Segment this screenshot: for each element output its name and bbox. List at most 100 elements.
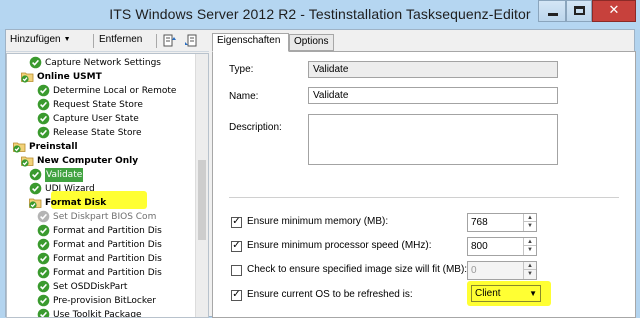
min-speed-spinner[interactable]: 800 ▲ ▼ [467,237,537,256]
minimize-button[interactable] [538,0,566,22]
section-divider [229,197,619,198]
move-up-icon[interactable] [163,34,177,48]
tree-item[interactable]: Format and Partition Dis [37,252,162,266]
scrollbar-thumb[interactable] [198,160,206,240]
current-os-checkbox[interactable]: ✓ [231,290,242,301]
description-label: Description: [229,122,282,133]
close-icon: ✕ [608,3,620,18]
editor-window: Hinzufügen ▼ Entfernen Capture Network Se… [5,29,636,318]
spinner-arrows[interactable]: ▲ ▼ [523,238,536,255]
tree-item[interactable]: Capture Network Settings [29,56,161,70]
tree-item-label: Determine Local or Remote [53,86,177,96]
check-icon [37,238,50,251]
min-speed-label: Ensure minimum processor speed (MHz): [247,240,432,251]
tree-item-label: Request State Store [53,100,143,110]
tab-properties[interactable]: Eigenschaften [212,33,289,52]
folder-check-icon [21,156,34,167]
current-os-label: Ensure current OS to be refreshed is: [247,289,413,300]
check-icon [29,56,42,69]
minimize-icon [548,13,558,16]
tree-group[interactable]: New Computer Only [21,154,138,168]
tree-item[interactable]: UDI Wizard [29,182,95,196]
tree-item-label: Validate [45,168,84,182]
tree-item[interactable]: Format and Partition Dis [37,266,162,280]
type-label: Type: [229,64,254,75]
check-icon [37,252,50,265]
min-speed-value: 800 [471,241,488,252]
spin-up-icon[interactable]: ▲ [524,238,536,246]
min-memory-checkbox[interactable]: ✓ [231,217,242,228]
spinner-arrows: ▲ ▼ [523,262,536,279]
tree-item-label: Format Disk [45,198,107,208]
close-button[interactable]: ✕ [592,0,636,22]
task-sequence-tree[interactable]: Capture Network Settings Online USMT Deter… [6,53,209,318]
spin-up-icon[interactable]: ▲ [524,214,536,222]
remove-button[interactable]: Entfernen [99,34,142,45]
image-size-label: Check to ensure specified image size wil… [247,264,468,275]
check-icon [37,224,50,237]
name-field[interactable]: Validate [308,87,558,104]
spin-down-icon: ▼ [527,271,533,277]
tree-item[interactable]: Release State Store [37,126,142,140]
tree-item-label: Capture Network Settings [45,58,161,68]
maximize-button[interactable] [566,0,592,22]
tree-item-label: UDI Wizard [45,184,95,194]
tree-item[interactable]: Format and Partition Dis [37,238,162,252]
chevron-down-icon: ▼ [529,289,537,298]
tree-item-label: New Computer Only [37,156,139,166]
tree-scrollbar[interactable] [195,54,208,317]
tree-item-label: Pre-provision BitLocker [53,296,157,306]
check-icon [37,98,50,111]
tree-item-label: Format and Partition Dis [53,254,162,264]
spin-up-icon: ▲ [524,262,536,270]
min-memory-spinner[interactable]: 768 ▲ ▼ [467,213,537,232]
tab-options[interactable]: Options [289,34,334,51]
tree-item[interactable]: Set OSDDiskPart [37,280,127,294]
tree-item-label: Preinstall [29,142,78,152]
check-icon [37,294,50,307]
folder-check-icon [21,72,34,83]
tree-item[interactable]: Pre-provision BitLocker [37,294,156,308]
tree-item-label: Capture User State [53,114,139,124]
spinner-arrows[interactable]: ▲ ▼ [523,214,536,231]
image-size-value: 0 [471,265,477,276]
check-icon [37,266,50,279]
chevron-down-icon: ▼ [63,36,71,43]
tree-group[interactable]: Online USMT [21,70,102,84]
tree-item[interactable]: Capture User State [37,112,139,126]
spin-down-icon[interactable]: ▼ [524,222,536,230]
toolbar: Hinzufügen ▼ Entfernen [6,30,209,52]
folder-check-icon [13,142,26,153]
check-icon [37,112,50,125]
title-bar: ITS Windows Server 2012 R2 - Testinstall… [0,0,640,29]
name-label: Name: [229,91,259,102]
tree-item[interactable]: Determine Local or Remote [37,84,176,98]
tree-item[interactable]: Format and Partition Dis [37,224,162,238]
check-icon [37,84,50,97]
move-down-icon[interactable] [184,34,198,48]
toolbar-divider [156,34,157,48]
spin-down-icon[interactable]: ▼ [524,246,536,254]
tree-item[interactable]: Set Diskpart BIOS Com [37,210,156,224]
image-size-checkbox[interactable] [231,265,242,276]
tree-item[interactable]: Request State Store [37,98,143,112]
tree-item-label: Format and Partition Dis [53,268,162,278]
current-os-dropdown[interactable]: Client ▼ [471,285,541,302]
description-field[interactable] [308,114,558,165]
toolbar-divider [93,34,94,48]
tree-item-label: Format and Partition Dis [53,226,162,236]
min-speed-checkbox[interactable]: ✓ [231,241,242,252]
folder-check-icon [29,198,42,209]
current-os-value: Client [475,288,501,299]
tree-group[interactable]: Format Disk [29,196,106,210]
remove-label: Entfernen [99,34,143,45]
tree-item[interactable]: Validate [29,168,84,182]
maximize-icon [574,6,585,15]
image-size-spinner: 0 ▲ ▼ [467,261,537,280]
tree-group[interactable]: Preinstall [13,140,78,154]
min-memory-label: Ensure minimum memory (MB): [247,216,389,227]
add-menu-button[interactable]: Hinzufügen ▼ [10,34,71,45]
check-icon [37,280,50,293]
properties-panel: Type: Validate Name: Validate Descriptio… [212,51,636,318]
tree-item-label: Set Diskpart BIOS Com [53,212,157,222]
